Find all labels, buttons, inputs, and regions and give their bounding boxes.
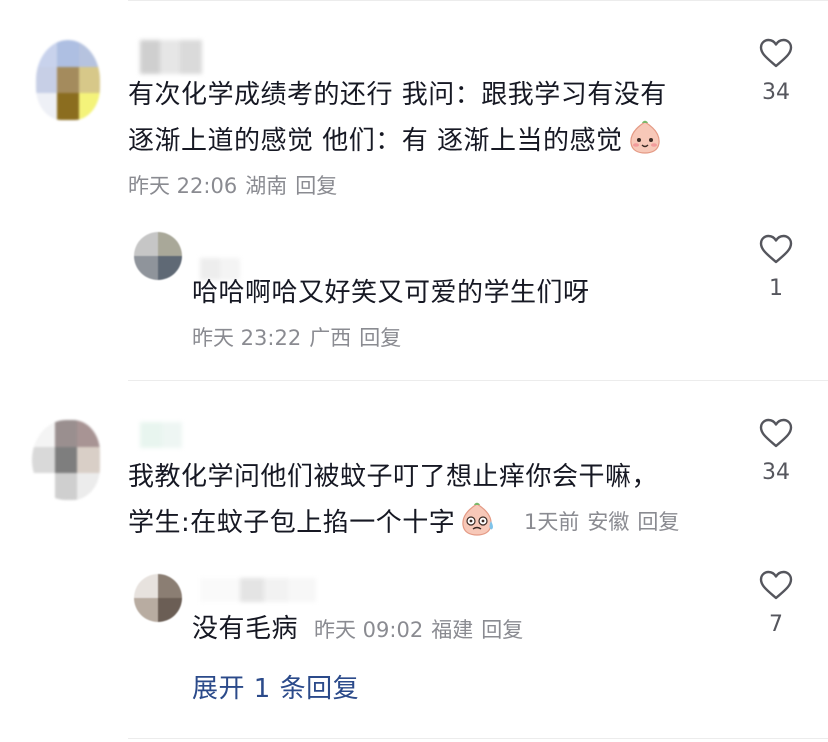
reply-text: 哈哈啊哈又好笑又可爱的学生们呀 (192, 278, 590, 308)
reply-button[interactable]: 回复 (637, 510, 679, 534)
comment-text: 我教化学问他们被蚊子叮了想止痒你会干嘛， 学生:在蚊子包上掐一个十字 (128, 454, 658, 552)
like-count: 34 (762, 460, 790, 485)
username-blurred[interactable] (140, 40, 202, 74)
avatar[interactable] (32, 420, 100, 500)
comment-time: 1天前 (524, 510, 580, 534)
comment-location: 湖南 (245, 174, 288, 198)
heart-icon (759, 234, 793, 264)
like-count: 34 (762, 80, 790, 105)
divider (128, 738, 828, 739)
reply-time: 昨天 23:22 (192, 326, 302, 350)
like-button[interactable]: 34 (756, 38, 796, 105)
divider (128, 380, 828, 381)
reply-text: 没有毛病 (192, 606, 298, 652)
divider (128, 0, 828, 1)
reply-button[interactable]: 回复 (481, 618, 523, 642)
heart-icon (759, 570, 793, 600)
comment-meta: 1天前 安徽 回复 (524, 508, 687, 536)
reply-location: 广西 (309, 326, 352, 350)
username-blurred[interactable] (200, 578, 316, 602)
sweat-peach-emoji-icon (459, 501, 495, 552)
reply-button[interactable]: 回复 (295, 174, 337, 198)
reply-time: 昨天 09:02 (314, 618, 424, 642)
like-button[interactable]: 1 (756, 234, 796, 301)
like-count: 1 (769, 276, 783, 301)
comment-location: 安徽 (587, 510, 630, 534)
like-count: 7 (769, 612, 783, 637)
username-blurred[interactable] (140, 422, 182, 448)
comment-text-segment: 逐渐上道的感觉 他们：有 逐渐上当的感觉 (128, 126, 623, 156)
expand-replies-link[interactable]: 展开 1 条回复 (192, 668, 359, 705)
reply-button[interactable]: 回复 (359, 326, 401, 350)
avatar[interactable] (134, 232, 182, 280)
comment-thread: 有次化学成绩考的还行 我问：跟我学习有没有 逐渐上道的感觉 他们：有 逐渐上当的… (0, 0, 828, 742)
comment-text-segment: 学生:在蚊子包上掐一个十字 (128, 508, 456, 538)
comment-text-line: 逐渐上道的感觉 他们：有 逐渐上当的感觉 (128, 118, 667, 170)
reply-meta: 昨天 09:02 福建 回复 (314, 616, 531, 644)
comment-text: 有次化学成绩考的还行 我问：跟我学习有没有 逐渐上道的感觉 他们：有 逐渐上当的… (128, 72, 667, 170)
heart-icon (759, 38, 793, 68)
blush-peach-emoji-icon (627, 119, 663, 170)
comment-time: 昨天 22:06 (128, 174, 238, 198)
comment-text-line: 有次化学成绩考的还行 我问：跟我学习有没有 (128, 80, 667, 110)
reply-text-content: 没有毛病 (192, 614, 299, 644)
heart-icon (759, 418, 793, 448)
reply-meta: 昨天 23:22 广西 回复 (192, 324, 409, 352)
reply-location: 福建 (431, 618, 474, 642)
avatar[interactable] (36, 40, 100, 120)
avatar[interactable] (134, 574, 182, 622)
like-button[interactable]: 7 (756, 570, 796, 637)
comment-text-line: 我教化学问他们被蚊子叮了想止痒你会干嘛， (128, 462, 659, 492)
like-button[interactable]: 34 (756, 418, 796, 485)
comment-meta: 昨天 22:06 湖南 回复 (128, 172, 345, 200)
